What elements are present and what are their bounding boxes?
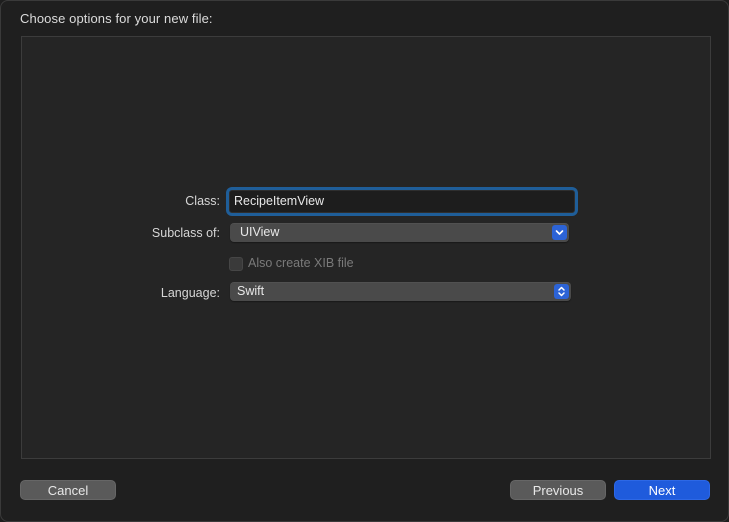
cancel-button[interactable]: Cancel <box>20 480 116 500</box>
language-popup[interactable]: Swift <box>230 282 571 301</box>
xib-checkbox[interactable] <box>229 257 243 271</box>
subclass-popup[interactable]: UIView <box>230 223 569 242</box>
language-label: Language: <box>160 286 220 300</box>
subclass-value: UIView <box>240 225 280 239</box>
subclass-label: Subclass of: <box>151 226 220 240</box>
chevron-updown-icon <box>554 284 569 299</box>
xib-checkbox-label: Also create XIB file <box>248 256 354 270</box>
next-button[interactable]: Next <box>614 480 710 500</box>
new-file-options-dialog: Choose options for your new file: Class:… <box>0 0 729 522</box>
options-panel: Class: Subclass of: UIView Also create X… <box>21 36 711 459</box>
chevron-down-icon <box>552 225 567 240</box>
language-value: Swift <box>237 284 265 298</box>
class-name-input[interactable] <box>229 190 575 213</box>
previous-button[interactable]: Previous <box>510 480 606 500</box>
class-label: Class: <box>185 194 220 208</box>
dialog-heading: Choose options for your new file: <box>20 11 213 26</box>
